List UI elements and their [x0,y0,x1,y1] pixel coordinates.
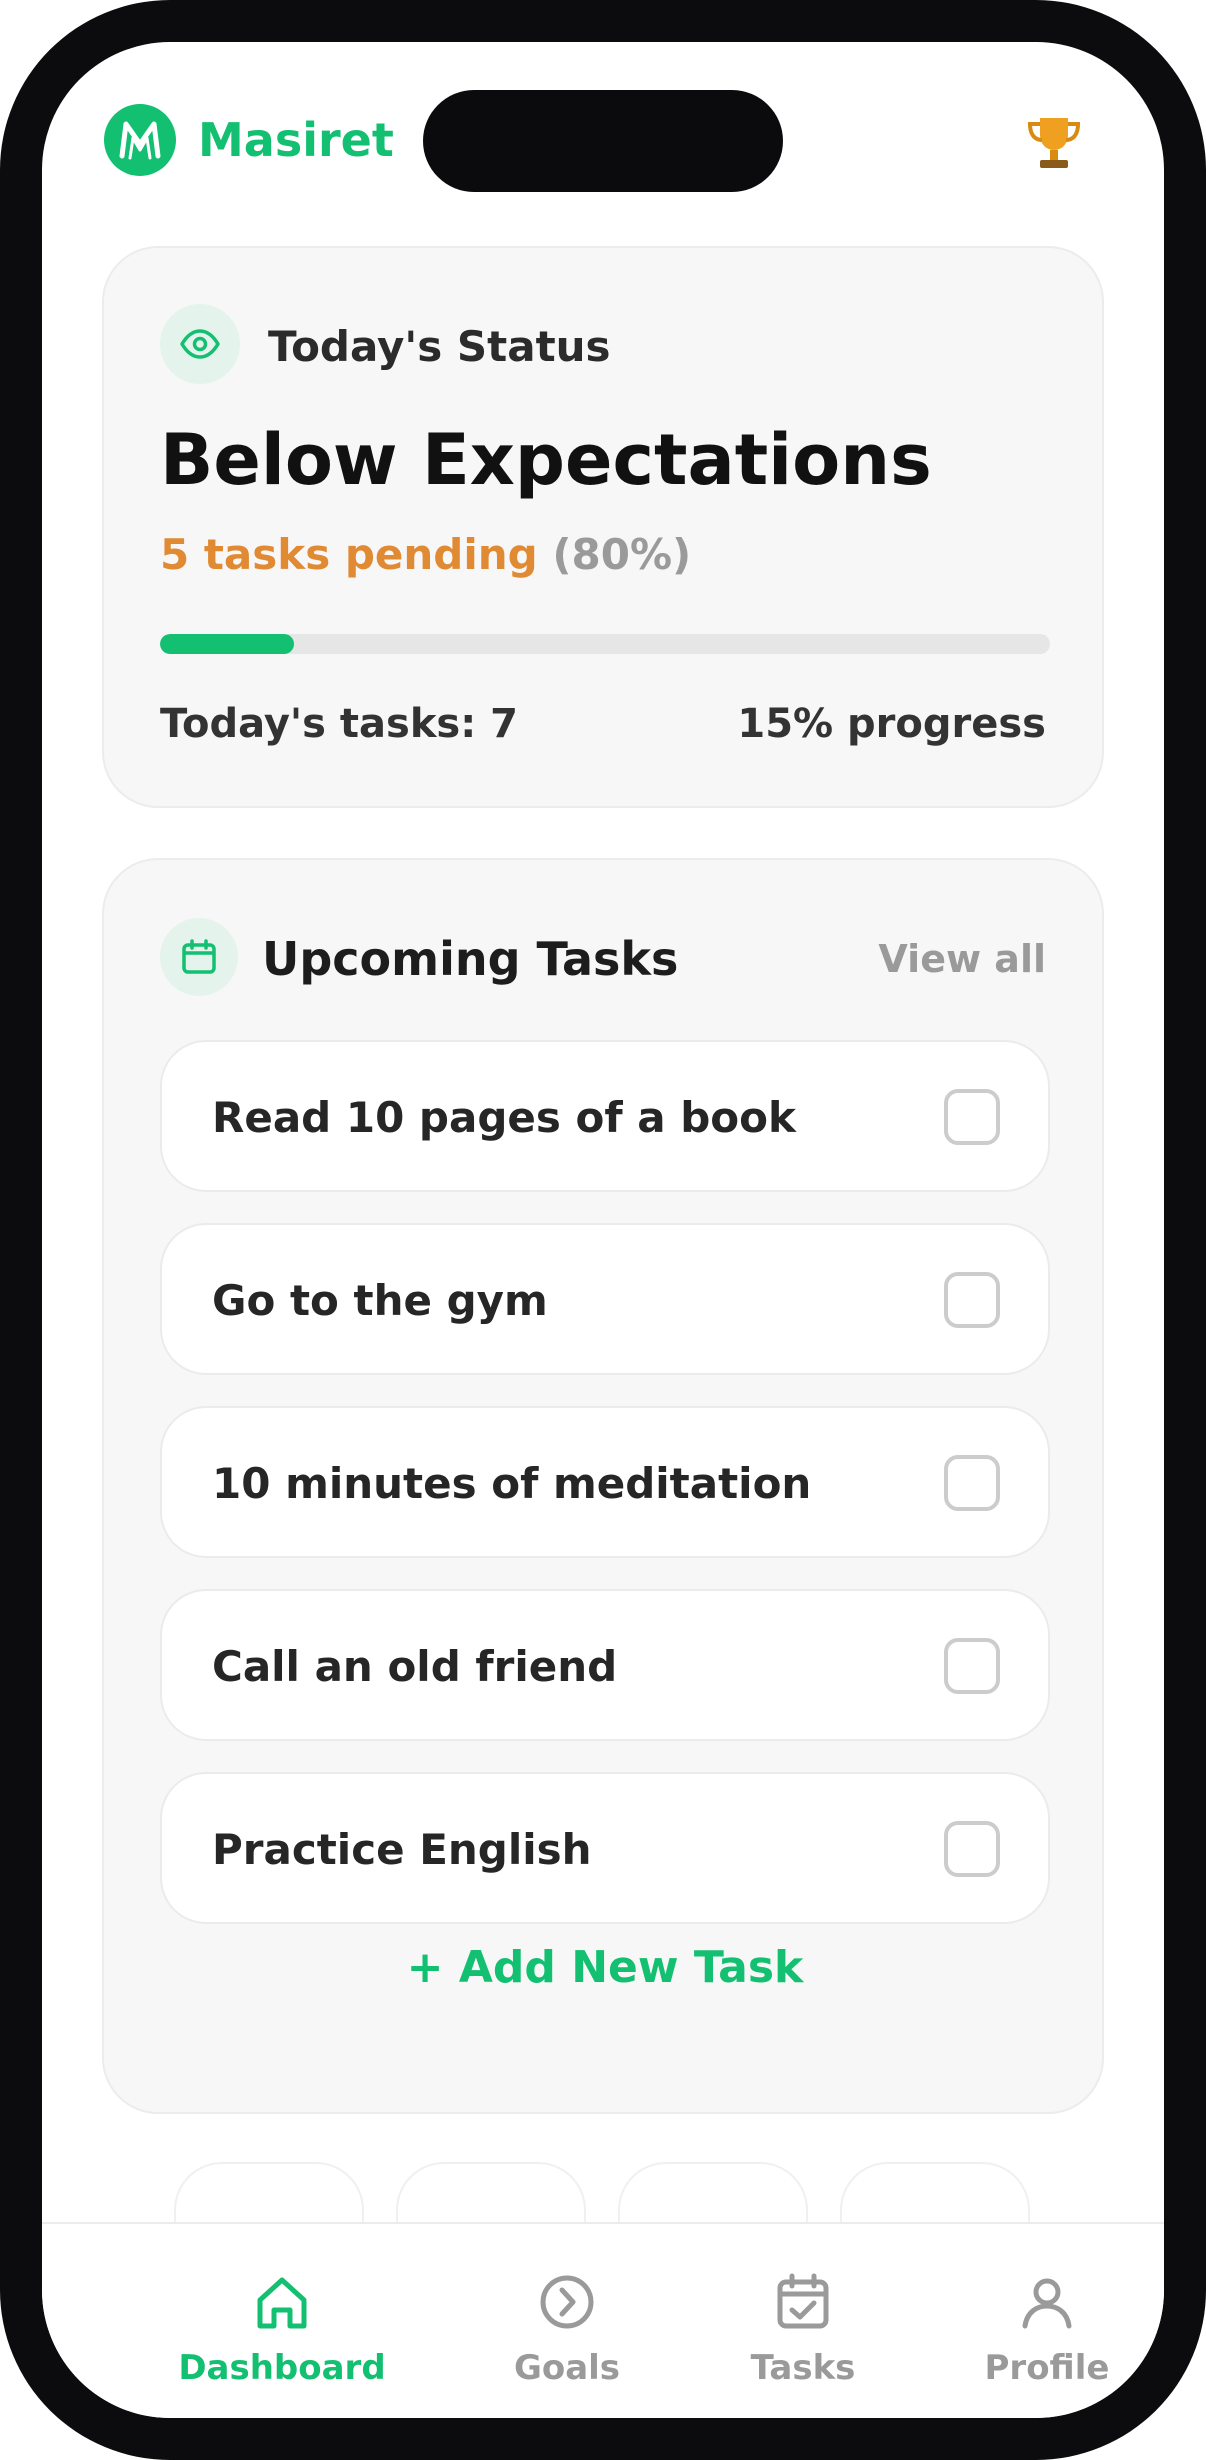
task-item[interactable]: 10 minutes of meditation [160,1406,1050,1558]
home-icon [257,2277,307,2329]
view-all-link[interactable]: View all [878,934,1046,984]
task-item[interactable]: Call an old friend [160,1589,1050,1741]
dynamic-island [423,90,783,192]
task-checkbox[interactable] [944,1638,1000,1694]
status-card: Today's Status Below Expectations 5 task… [102,246,1104,808]
add-new-task-button[interactable]: + Add New Task [104,1940,1106,1996]
trophy-icon[interactable] [1022,110,1086,174]
pending-summary: 5 tasks pending (80%) [160,528,691,582]
tab-profile[interactable]: Profile [922,2224,1164,2418]
status-label: Today's Status [268,322,611,371]
tab-label: Profile [984,2348,1110,2388]
task-checkbox[interactable] [944,1272,1000,1328]
status-badge [160,304,240,384]
tab-label: Goals [513,2348,621,2388]
eye-icon [180,329,220,359]
task-item[interactable]: Go to the gym [160,1223,1050,1375]
compass-icon [540,2275,594,2329]
calendar-icon [182,939,216,974]
pending-percent: (80%) [552,530,692,579]
tab-dashboard[interactable]: Dashboard [140,2224,424,2418]
progress-percent: 15% progress [737,701,1046,747]
user-icon [1022,2278,1072,2329]
progress-bar [160,634,1050,654]
task-label: Practice English [212,1825,592,1874]
pending-count: 5 tasks pending [160,530,538,579]
progress-fill [160,634,294,654]
calendar-badge [160,918,238,996]
tab-goals[interactable]: Goals [442,2224,692,2418]
calendar-check-icon [777,2273,829,2329]
task-label: Go to the gym [212,1276,548,1325]
screen: Masiret Today's Status Below Expectation… [42,42,1164,2418]
app-logo [104,104,176,176]
task-item[interactable]: Practice English [160,1772,1050,1924]
task-checkbox[interactable] [944,1821,1000,1877]
upcoming-tasks-card: Upcoming Tasks View all Read 10 pages of… [102,858,1104,2114]
task-label: Read 10 pages of a book [212,1093,796,1142]
task-item[interactable]: Read 10 pages of a book [160,1040,1050,1192]
todays-tasks-count: Today's tasks: 7 [160,701,518,747]
tab-label: Tasks [750,2348,856,2388]
task-checkbox[interactable] [944,1455,1000,1511]
upcoming-tasks-title: Upcoming Tasks [262,932,679,986]
app-name: Masiret [198,113,394,167]
task-checkbox[interactable] [944,1089,1000,1145]
device-frame: Masiret Today's Status Below Expectation… [0,0,1206,2460]
logo-mark-icon [119,121,161,160]
task-list: Read 10 pages of a book Go to the gym 10… [160,1040,1050,1955]
tab-tasks[interactable]: Tasks [678,2224,928,2418]
bottom-tab-bar: Dashboard Goals Tasks Profile [42,2222,1164,2418]
task-label: 10 minutes of meditation [212,1459,812,1508]
tab-label: Dashboard [178,2348,386,2388]
task-label: Call an old friend [212,1642,618,1691]
status-title: Below Expectations [160,419,932,501]
